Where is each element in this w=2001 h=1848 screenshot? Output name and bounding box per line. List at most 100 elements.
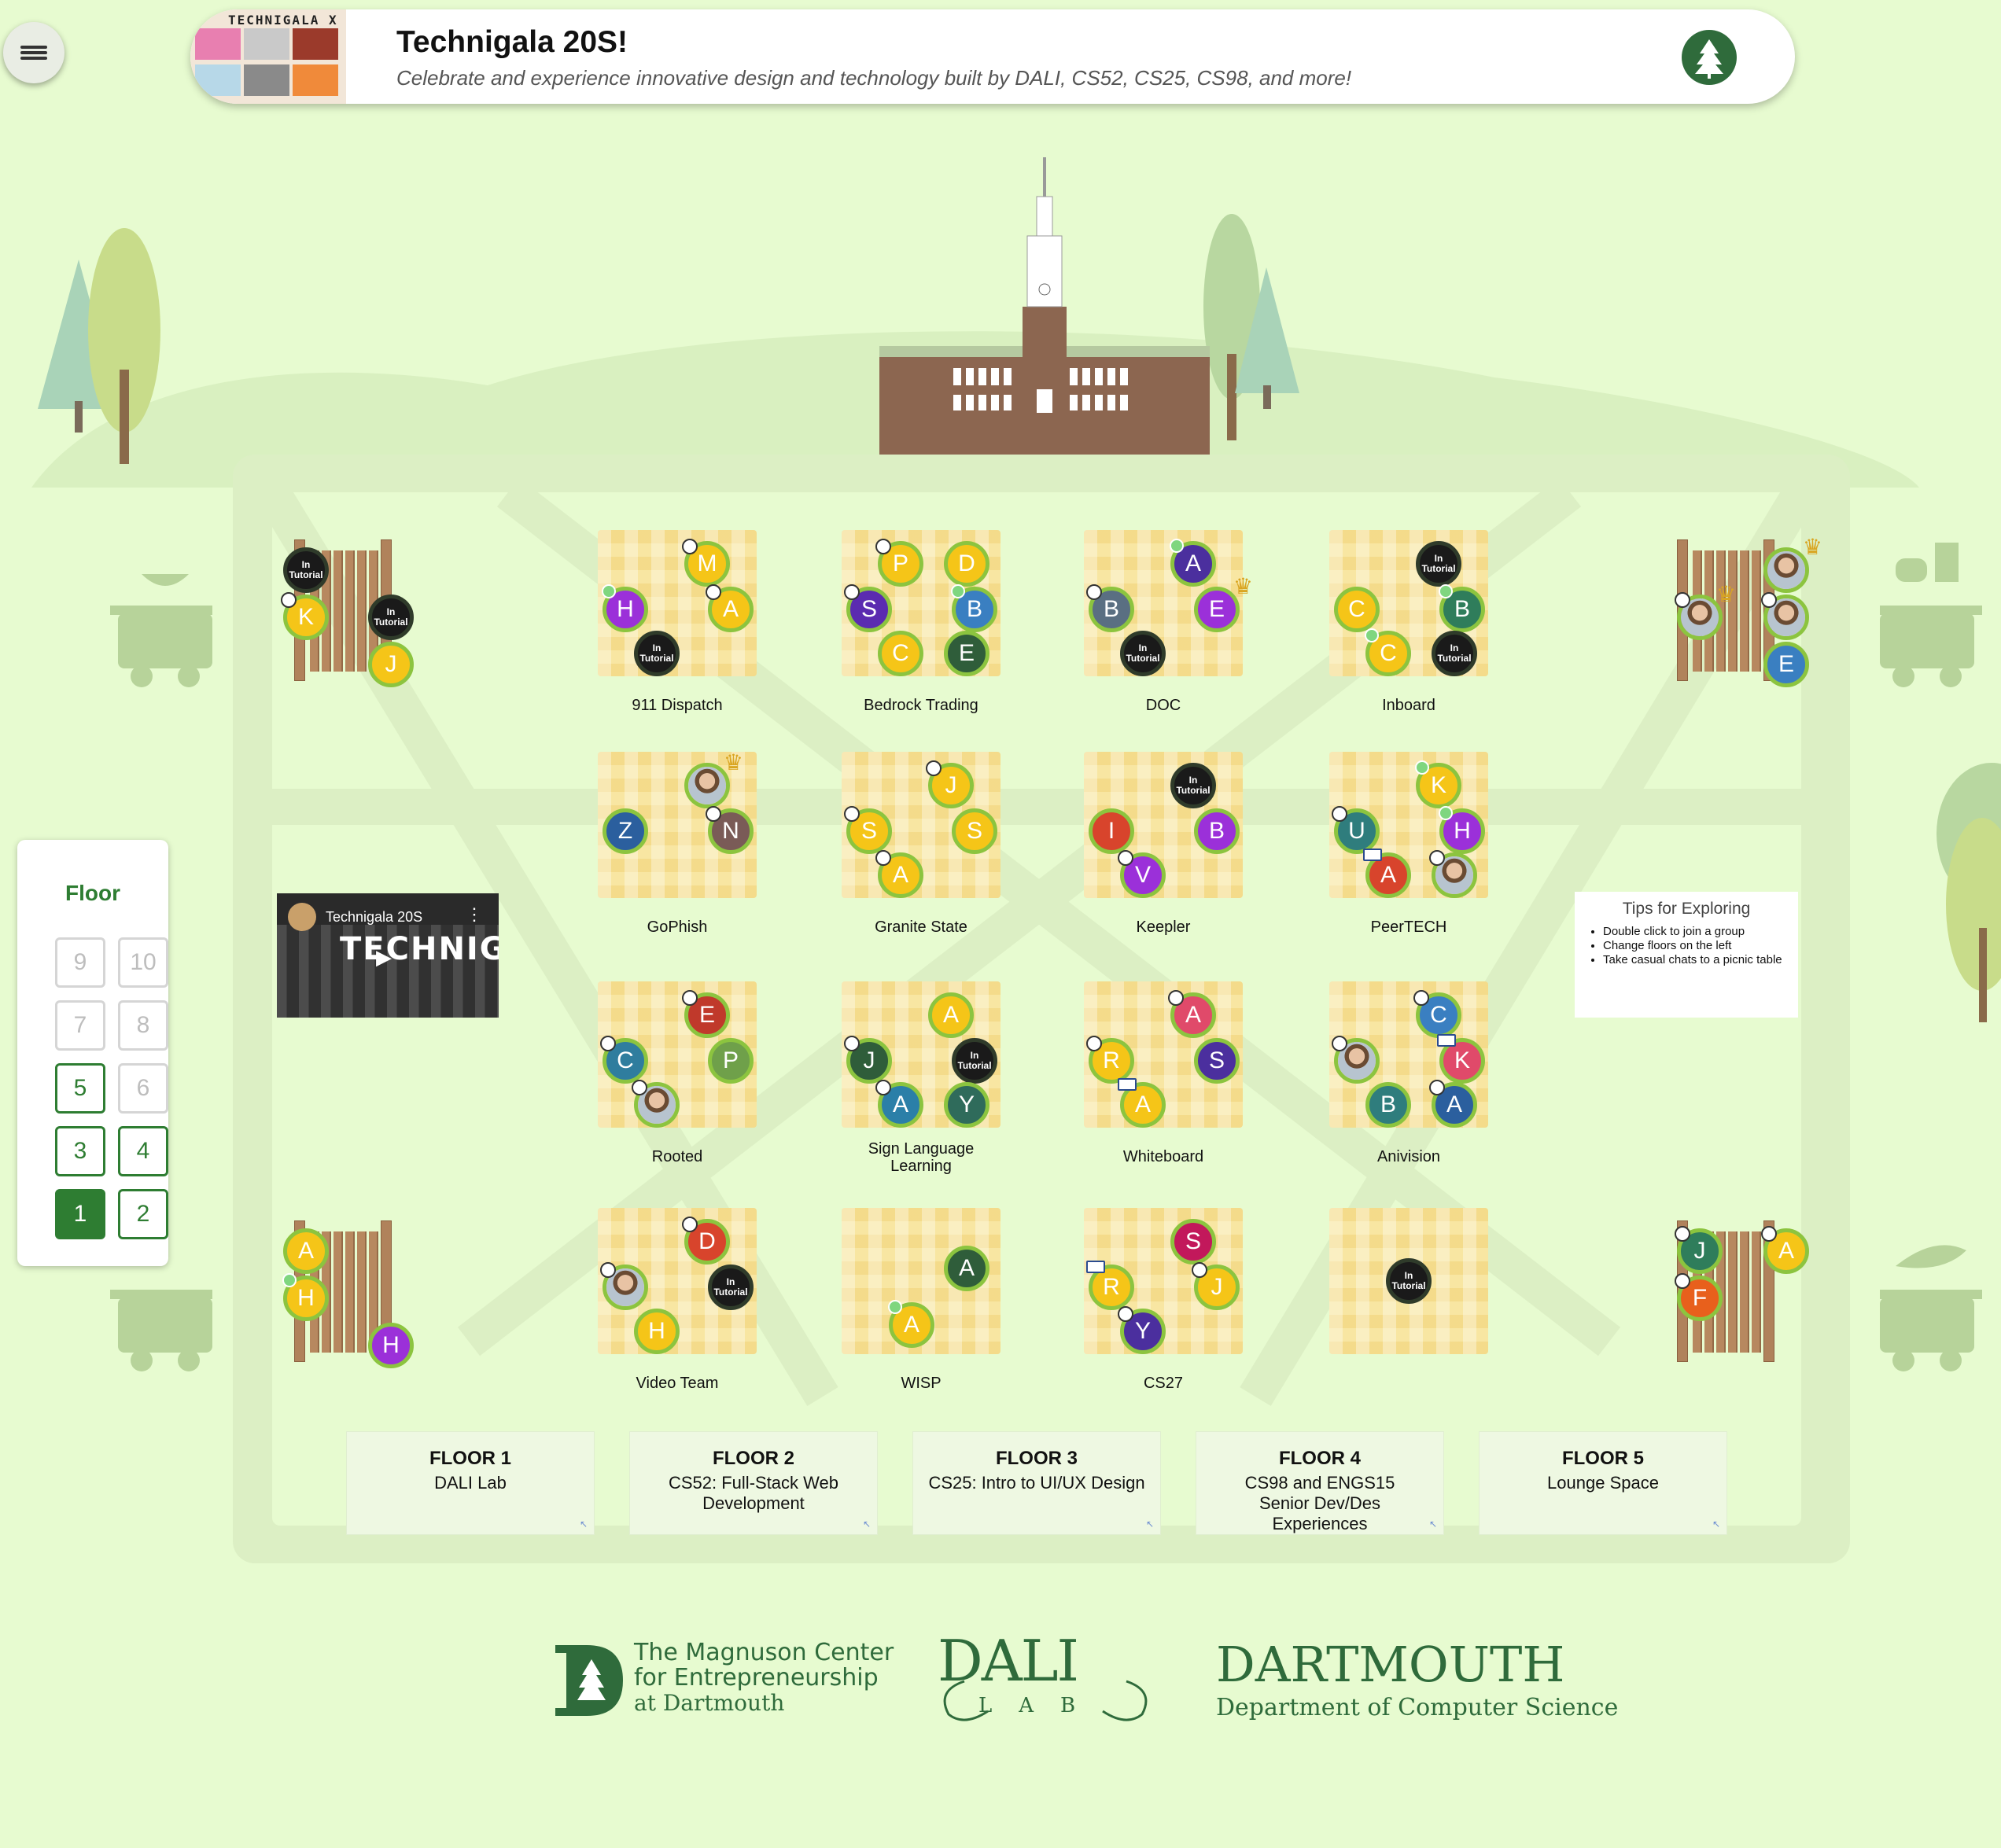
- floor-card-2[interactable]: FLOOR 2 CS52: Full-Stack Web Development…: [629, 1431, 878, 1535]
- user-avatar[interactable]: J: [926, 760, 974, 808]
- floor-card-3[interactable]: FLOOR 3 CS25: Intro to UI/UX Design ↖: [912, 1431, 1161, 1535]
- tutorial-avatar[interactable]: In Tutorial: [634, 631, 680, 676]
- play-icon[interactable]: ▶: [376, 945, 400, 969]
- user-avatar[interactable]: A: [1118, 1078, 1166, 1128]
- user-photo-avatar[interactable]: [600, 1262, 648, 1310]
- user-avatar[interactable]: D: [682, 1217, 730, 1265]
- user-avatar[interactable]: S: [844, 584, 892, 632]
- user-photo-avatar[interactable]: [632, 1080, 680, 1128]
- user-avatar[interactable]: A: [928, 992, 974, 1038]
- user-avatar[interactable]: S: [1194, 1038, 1240, 1084]
- user-avatar[interactable]: I: [1089, 808, 1134, 854]
- user-avatar[interactable]: R: [1086, 1036, 1134, 1084]
- floor-button-4[interactable]: 4: [118, 1126, 168, 1176]
- tutorial-avatar[interactable]: In Tutorial: [1416, 541, 1461, 587]
- user-avatar[interactable]: A: [706, 584, 754, 632]
- floor-card-5[interactable]: FLOOR 5 Lounge Space ↖: [1479, 1431, 1727, 1535]
- user-photo-avatar[interactable]: ♛: [1675, 582, 1736, 640]
- user-avatar[interactable]: V: [1118, 850, 1166, 898]
- floor-card-1[interactable]: FLOOR 1 DALI Lab ↖: [346, 1431, 595, 1535]
- floor-card-4[interactable]: FLOOR 4 CS98 and ENGS15 Senior Dev/Des E…: [1196, 1431, 1444, 1535]
- user-avatar[interactable]: F: [1675, 1273, 1723, 1321]
- menu-button[interactable]: [3, 22, 64, 83]
- tutorial-avatar[interactable]: In Tutorial: [1120, 631, 1166, 676]
- user-avatar[interactable]: J: [1192, 1262, 1240, 1310]
- floor-button-8: 8: [118, 1000, 168, 1051]
- user-avatar[interactable]: Y: [944, 1082, 989, 1128]
- user-avatar[interactable]: B: [1365, 1082, 1411, 1128]
- user-avatar[interactable]: H: [368, 1323, 414, 1368]
- user-photo-avatar[interactable]: [1332, 1036, 1380, 1084]
- user-avatar[interactable]: K: [1437, 1034, 1485, 1084]
- user-avatar[interactable]: E: [682, 990, 730, 1038]
- user-avatar[interactable]: A: [283, 1228, 329, 1274]
- tutorial-avatar[interactable]: In Tutorial: [368, 595, 414, 640]
- user-avatar[interactable]: A: [1168, 990, 1216, 1038]
- tutorial-avatar[interactable]: In Tutorial: [708, 1265, 754, 1310]
- screen-share-icon: [1086, 1261, 1105, 1273]
- user-avatar[interactable]: H: [634, 1309, 680, 1354]
- video-embed[interactable]: Technigala 20S ⋮ TECHNIGALA ▶: [277, 893, 499, 1018]
- user-avatar[interactable]: S: [952, 808, 997, 854]
- tutorial-label: Tutorial: [1437, 653, 1472, 664]
- user-avatar[interactable]: B: [1439, 584, 1485, 632]
- user-avatar[interactable]: B: [951, 584, 997, 632]
- user-avatar[interactable]: A: [1170, 539, 1216, 587]
- user-photo-avatar[interactable]: ♛: [1763, 535, 1822, 593]
- user-avatar[interactable]: J: [844, 1036, 892, 1084]
- user-avatar[interactable]: J: [368, 642, 414, 687]
- user-avatar[interactable]: P: [708, 1038, 754, 1084]
- user-avatar[interactable]: K: [281, 592, 329, 640]
- user-avatar[interactable]: K: [1415, 760, 1461, 808]
- user-avatar[interactable]: C: [1413, 990, 1461, 1038]
- tutorial-avatar[interactable]: In Tutorial: [1386, 1258, 1432, 1304]
- user-avatar[interactable]: Y: [1118, 1306, 1166, 1354]
- user-avatar[interactable]: E ♛: [1194, 574, 1253, 632]
- tutorial-avatar[interactable]: In Tutorial: [952, 1038, 997, 1084]
- user-avatar[interactable]: E: [1763, 642, 1809, 687]
- tutorial-avatar[interactable]: In Tutorial: [283, 547, 329, 593]
- floor-button-2[interactable]: 2: [118, 1189, 168, 1239]
- camera-icon: [706, 584, 721, 600]
- user-avatar[interactable]: H: [602, 584, 648, 632]
- user-photo-avatar[interactable]: [1761, 592, 1809, 640]
- user-avatar[interactable]: Z: [603, 808, 648, 854]
- user-avatar[interactable]: H: [282, 1273, 329, 1321]
- user-avatar[interactable]: A: [1429, 1080, 1477, 1128]
- table-label: Inboard: [1382, 697, 1435, 714]
- user-avatar[interactable]: S: [844, 806, 892, 854]
- more-options-icon[interactable]: ⋮: [466, 904, 483, 925]
- floor-card-title: FLOOR 5: [1561, 1448, 1644, 1469]
- tutorial-avatar[interactable]: In Tutorial: [1432, 631, 1477, 676]
- user-avatar[interactable]: C: [1365, 628, 1411, 676]
- user-avatar[interactable]: A: [1363, 849, 1411, 898]
- user-photo-avatar[interactable]: ♛: [684, 750, 743, 808]
- user-avatar[interactable]: A: [944, 1246, 989, 1291]
- user-avatar[interactable]: A: [875, 850, 923, 898]
- user-avatar[interactable]: A: [888, 1300, 934, 1348]
- user-avatar[interactable]: N: [706, 806, 754, 854]
- floor-button-3[interactable]: 3: [55, 1126, 105, 1176]
- user-avatar[interactable]: M: [682, 539, 730, 587]
- user-avatar[interactable]: R: [1086, 1261, 1134, 1310]
- floor-button-5[interactable]: 5: [55, 1063, 105, 1114]
- user-avatar[interactable]: P: [875, 539, 923, 587]
- user-avatar[interactable]: D: [944, 541, 989, 587]
- user-avatar[interactable]: S: [1170, 1219, 1216, 1265]
- user-photo-avatar[interactable]: [1429, 850, 1477, 898]
- user-initial: K: [1430, 772, 1446, 798]
- user-avatar[interactable]: C: [600, 1036, 648, 1084]
- user-avatar[interactable]: B: [1194, 808, 1240, 854]
- user-avatar[interactable]: C: [878, 631, 923, 676]
- tutorial-avatar[interactable]: In Tutorial: [1170, 763, 1216, 808]
- user-avatar[interactable]: H: [1439, 806, 1485, 854]
- floor-button-1[interactable]: 1: [55, 1189, 105, 1239]
- user-avatar[interactable]: C: [1334, 587, 1380, 632]
- user-avatar[interactable]: U: [1332, 806, 1380, 854]
- user-avatar[interactable]: J: [1675, 1226, 1723, 1274]
- user-avatar[interactable]: B: [1086, 584, 1134, 632]
- user-avatar[interactable]: E: [944, 631, 989, 676]
- user-avatar[interactable]: A: [875, 1080, 923, 1128]
- user-avatar[interactable]: A: [1761, 1226, 1809, 1274]
- link-arrow-icon: ↖: [862, 1519, 871, 1530]
